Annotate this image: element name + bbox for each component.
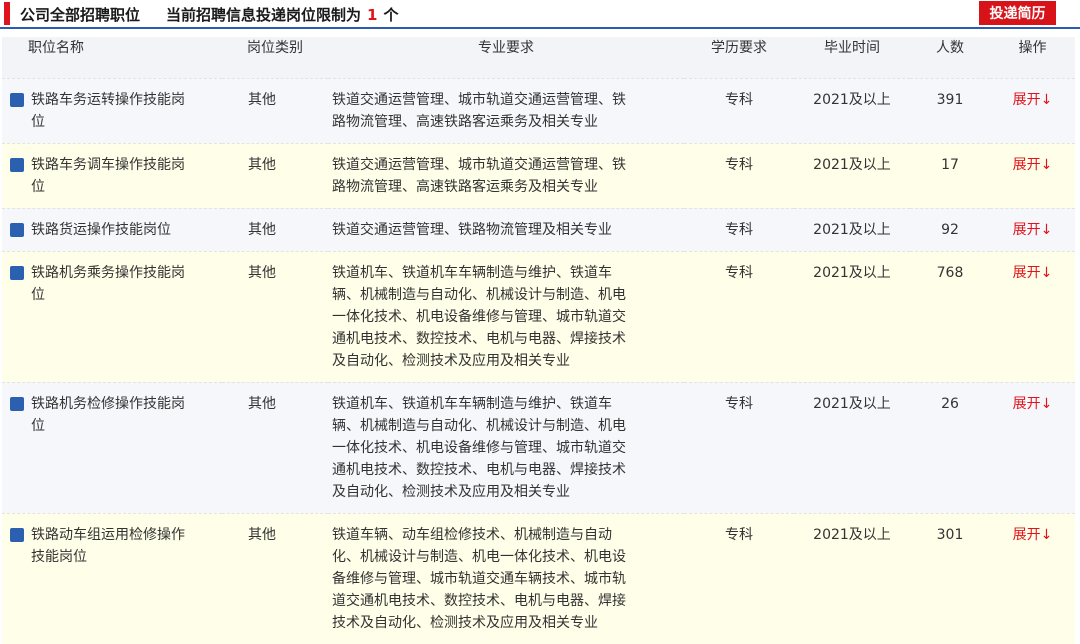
expand-link[interactable]: 展开↓ <box>1013 265 1053 281</box>
jobs-table-container: 职位名称 岗位类别 专业要求 学历要求 毕业时间 人数 操作 铁路车务运转操作技… <box>2 37 1075 644</box>
apply-resume-button[interactable]: 投递简历 <box>979 1 1056 25</box>
job-graduation: 2021及以上 <box>794 381 910 513</box>
job-education: 专科 <box>684 77 794 143</box>
apply-limit-notice: 当前招聘信息投递岗位限制为 1 个 <box>166 4 398 25</box>
table-header-row: 职位名称 岗位类别 专业要求 学历要求 毕业时间 人数 操作 <box>2 37 1075 78</box>
square-bullet-icon <box>10 157 24 172</box>
limit-value: 1 <box>367 6 378 24</box>
page-header: 公司全部招聘职位 当前招聘信息投递岗位限制为 1 个 投递简历 <box>0 0 1080 29</box>
col-header-major: 专业要求 <box>328 37 684 78</box>
job-action-cell: 展开↓ <box>990 77 1075 143</box>
job-action-cell: 展开↓ <box>990 207 1075 251</box>
job-graduation: 2021及以上 <box>794 512 910 644</box>
job-action-cell: 展开↓ <box>990 142 1075 208</box>
job-education: 专科 <box>684 512 794 644</box>
col-header-category: 岗位类别 <box>222 37 328 78</box>
job-major: 铁道交通运营管理、城市轨道交通运营管理、铁路物流管理、高速铁路客运乘务及相关专业 <box>328 77 684 143</box>
expand-link[interactable]: 展开↓ <box>1013 157 1053 173</box>
job-education: 专科 <box>684 207 794 251</box>
job-graduation: 2021及以上 <box>794 142 910 208</box>
job-name-cell: 铁路货运操作技能岗位 <box>2 207 222 251</box>
job-major: 铁道机车、铁道机车车辆制造与维护、铁道车辆、机械制造与自动化、机械设计与制造、机… <box>328 381 684 513</box>
job-name-cell: 铁路机务乘务操作技能岗位 <box>2 250 222 382</box>
col-header-graduation: 毕业时间 <box>794 37 910 78</box>
job-major: 铁道车辆、动车组检修技术、机械制造与自动化、机械设计与制造、机电一体化技术、机电… <box>328 512 684 644</box>
expand-link[interactable]: 展开↓ <box>1013 222 1053 238</box>
square-bullet-icon <box>10 92 24 107</box>
job-education: 专科 <box>684 250 794 382</box>
expand-link[interactable]: 展开↓ <box>1013 527 1053 543</box>
square-bullet-icon <box>10 222 24 237</box>
square-bullet-icon <box>10 265 24 280</box>
job-name[interactable]: 铁路机务检修操作技能岗位 <box>31 393 192 437</box>
table-row: 铁路机务乘务操作技能岗位 其他 铁道机车、铁道机车车辆制造与维护、铁道车辆、机械… <box>2 250 1075 382</box>
job-graduation: 2021及以上 <box>794 77 910 143</box>
job-category: 其他 <box>222 512 328 644</box>
table-row: 铁路货运操作技能岗位 其他 铁道交通运营管理、铁路物流管理及相关专业 专科 20… <box>2 207 1075 251</box>
job-count: 391 <box>910 77 990 143</box>
job-name[interactable]: 铁路车务运转操作技能岗位 <box>31 89 192 133</box>
job-count: 92 <box>910 207 990 251</box>
jobs-table: 职位名称 岗位类别 专业要求 学历要求 毕业时间 人数 操作 铁路车务运转操作技… <box>2 37 1075 644</box>
col-header-count: 人数 <box>910 37 990 78</box>
col-header-action: 操作 <box>990 37 1075 78</box>
table-row: 铁路车务运转操作技能岗位 其他 铁道交通运营管理、城市轨道交通运营管理、铁路物流… <box>2 77 1075 143</box>
expand-link[interactable]: 展开↓ <box>1013 396 1053 412</box>
col-header-name: 职位名称 <box>2 37 222 78</box>
job-count: 768 <box>910 250 990 382</box>
job-count: 17 <box>910 142 990 208</box>
job-category: 其他 <box>222 250 328 382</box>
square-bullet-icon <box>10 527 24 542</box>
table-row: 铁路动车组运用检修操作技能岗位 其他 铁道车辆、动车组检修技术、机械制造与自动化… <box>2 512 1075 644</box>
job-action-cell: 展开↓ <box>990 381 1075 513</box>
job-name-cell: 铁路车务调车操作技能岗位 <box>2 142 222 208</box>
table-row: 铁路机务检修操作技能岗位 其他 铁道机车、铁道机车车辆制造与维护、铁道车辆、机械… <box>2 381 1075 513</box>
job-count: 301 <box>910 512 990 644</box>
job-education: 专科 <box>684 381 794 513</box>
page-title: 公司全部招聘职位 <box>20 6 141 24</box>
job-category: 其他 <box>222 77 328 143</box>
expand-link[interactable]: 展开↓ <box>1013 92 1053 108</box>
job-graduation: 2021及以上 <box>794 250 910 382</box>
limit-prefix: 当前招聘信息投递岗位限制为 <box>166 6 362 24</box>
header-accent-bar <box>4 2 10 25</box>
table-row: 铁路车务调车操作技能岗位 其他 铁道交通运营管理、城市轨道交通运营管理、铁路物流… <box>2 142 1075 208</box>
job-name-cell: 铁路动车组运用检修操作技能岗位 <box>2 512 222 644</box>
job-category: 其他 <box>222 207 328 251</box>
job-name[interactable]: 铁路机务乘务操作技能岗位 <box>31 262 192 306</box>
job-name[interactable]: 铁路动车组运用检修操作技能岗位 <box>31 524 192 568</box>
job-name[interactable]: 铁路车务调车操作技能岗位 <box>31 154 192 198</box>
square-bullet-icon <box>10 396 24 411</box>
limit-suffix: 个 <box>383 6 399 24</box>
job-major: 铁道机车、铁道机车车辆制造与维护、铁道车辆、机械制造与自动化、机械设计与制造、机… <box>328 250 684 382</box>
job-education: 专科 <box>684 142 794 208</box>
job-count: 26 <box>910 381 990 513</box>
job-name-cell: 铁路车务运转操作技能岗位 <box>2 77 222 143</box>
job-action-cell: 展开↓ <box>990 250 1075 382</box>
job-graduation: 2021及以上 <box>794 207 910 251</box>
job-name[interactable]: 铁路货运操作技能岗位 <box>31 219 171 241</box>
job-name-cell: 铁路机务检修操作技能岗位 <box>2 381 222 513</box>
table-body: 铁路车务运转操作技能岗位 其他 铁道交通运营管理、城市轨道交通运营管理、铁路物流… <box>2 77 1075 644</box>
job-category: 其他 <box>222 142 328 208</box>
job-major: 铁道交通运营管理、城市轨道交通运营管理、铁路物流管理、高速铁路客运乘务及相关专业 <box>328 142 684 208</box>
job-action-cell: 展开↓ <box>990 512 1075 644</box>
job-category: 其他 <box>222 381 328 513</box>
col-header-education: 学历要求 <box>684 37 794 78</box>
job-major: 铁道交通运营管理、铁路物流管理及相关专业 <box>328 207 684 251</box>
